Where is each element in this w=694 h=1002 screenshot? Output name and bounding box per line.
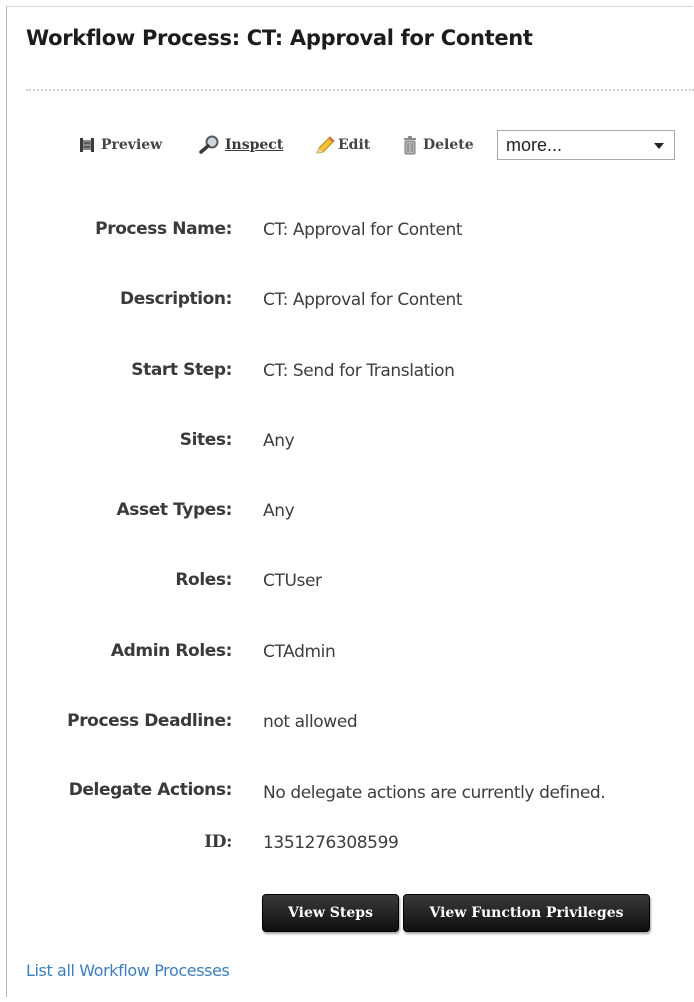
more-actions-select[interactable]: more... bbox=[497, 130, 675, 160]
roles-label: Roles: bbox=[175, 570, 232, 590]
id-label: ID: bbox=[204, 832, 232, 852]
edit-button[interactable]: Edit bbox=[314, 133, 370, 157]
edit-label: Edit bbox=[338, 137, 371, 153]
process-deadline-label: Process Deadline: bbox=[67, 711, 232, 731]
preview-button[interactable]: Preview bbox=[78, 133, 162, 157]
row-roles: Roles: CTUser bbox=[0, 570, 694, 598]
roles-value: CTUser bbox=[263, 571, 322, 591]
preview-icon bbox=[78, 136, 96, 154]
delegate-actions-value: No delegate actions are currently define… bbox=[263, 783, 606, 803]
inspect-label: Inspect bbox=[225, 137, 284, 153]
sites-label: Sites: bbox=[179, 430, 233, 450]
admin-roles-value: CTAdmin bbox=[263, 642, 336, 662]
process-name-value: CT: Approval for Content bbox=[263, 220, 463, 240]
delegate-actions-label: Delegate Actions: bbox=[68, 780, 233, 800]
start-step-label: Start Step: bbox=[131, 360, 232, 380]
title-divider bbox=[26, 89, 694, 91]
page-title: Workflow Process: CT: Approval for Conte… bbox=[26, 26, 533, 50]
process-name-label: Process Name: bbox=[95, 219, 232, 239]
asset-types-label: Asset Types: bbox=[116, 500, 233, 520]
pencil-icon bbox=[314, 135, 336, 155]
start-step-value: CT: Send for Translation bbox=[263, 361, 455, 381]
action-toolbar: Preview Inspect Edit Delete more... bbox=[0, 130, 694, 162]
admin-roles-label: Admin Roles: bbox=[110, 641, 233, 661]
description-label: Description: bbox=[120, 289, 232, 309]
list-all-workflow-processes-link[interactable]: List all Workflow Processes bbox=[26, 961, 230, 980]
row-delegate-actions: Delegate Actions: No delegate actions ar… bbox=[0, 780, 694, 808]
asset-types-value: Any bbox=[263, 501, 295, 521]
magnifier-icon bbox=[198, 135, 220, 155]
sites-value: Any bbox=[263, 431, 295, 451]
process-deadline-value: not allowed bbox=[263, 712, 358, 732]
trash-icon bbox=[402, 135, 418, 155]
row-description: Description: CT: Approval for Content bbox=[0, 289, 694, 317]
chevron-down-icon bbox=[654, 143, 664, 149]
delete-button[interactable]: Delete bbox=[402, 133, 474, 157]
inspect-button[interactable]: Inspect bbox=[198, 133, 283, 157]
view-steps-button[interactable]: View Steps bbox=[262, 894, 399, 932]
view-function-privileges-button[interactable]: View Function Privileges bbox=[403, 894, 650, 932]
row-admin-roles: Admin Roles: CTAdmin bbox=[0, 641, 694, 669]
row-process-name: Process Name: CT: Approval for Content bbox=[0, 219, 694, 247]
row-id: ID: 1351276308599 bbox=[0, 832, 694, 860]
delete-label: Delete bbox=[423, 137, 474, 153]
description-value: CT: Approval for Content bbox=[263, 290, 463, 310]
row-asset-types: Asset Types: Any bbox=[0, 500, 694, 528]
preview-label: Preview bbox=[101, 137, 163, 153]
row-start-step: Start Step: CT: Send for Translation bbox=[0, 360, 694, 388]
id-value: 1351276308599 bbox=[263, 833, 399, 853]
row-process-deadline: Process Deadline: not allowed bbox=[0, 711, 694, 739]
more-actions-value: more... bbox=[506, 134, 563, 155]
row-sites: Sites: Any bbox=[0, 430, 694, 458]
